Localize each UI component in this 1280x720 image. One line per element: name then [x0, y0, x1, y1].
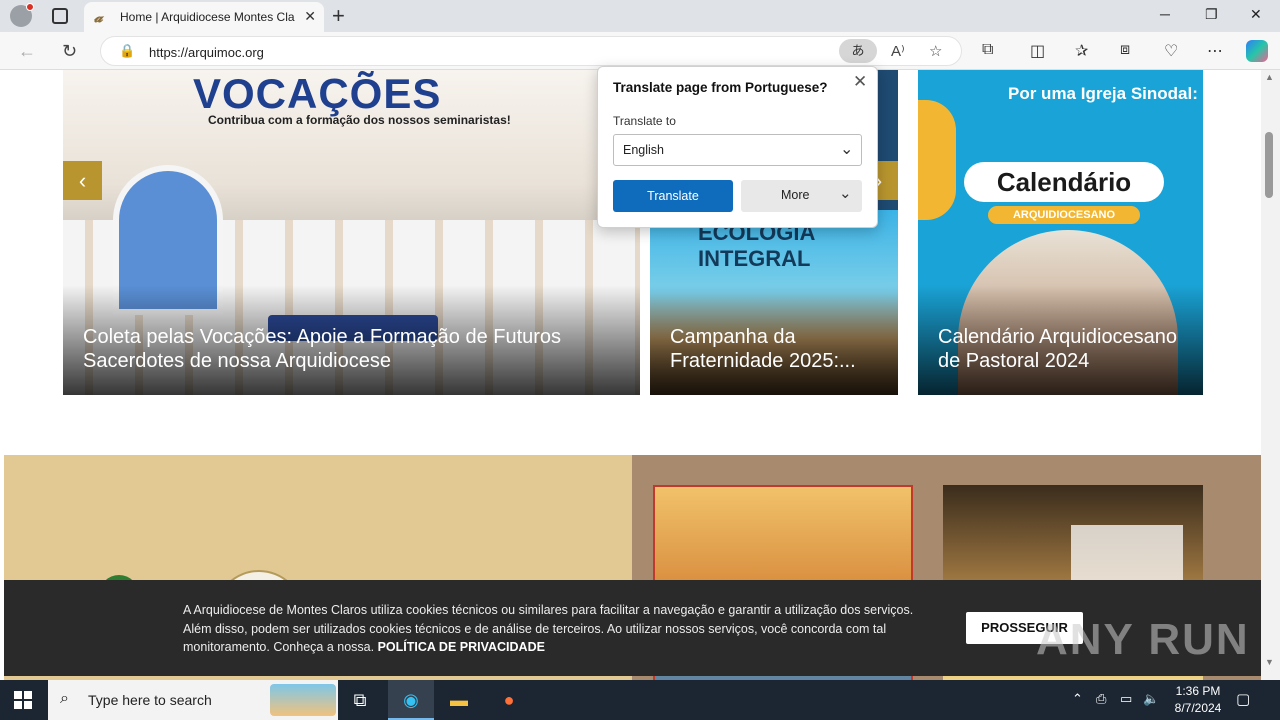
taskbar-search[interactable]: ⌕ Type here to search	[48, 680, 338, 720]
volume-icon[interactable]: 🔈	[1143, 691, 1159, 707]
search-icon: ⌕	[60, 690, 69, 707]
tab-actions-icon[interactable]	[52, 8, 68, 24]
quote-box	[1071, 525, 1183, 585]
refresh-icon[interactable]: ↻	[62, 41, 77, 62]
address-bar[interactable]: 🔒 https://arquimoc.org あ A⁾ ☆	[100, 36, 962, 66]
language-value: English	[623, 143, 664, 157]
card-top-text: Por uma Igreja Sinodal:	[1008, 84, 1198, 103]
address-toolbar: ← ↻ 🔒 https://arquimoc.org あ A⁾ ☆ ⧉ ◫ ✰ …	[0, 32, 1280, 70]
more-menu-icon[interactable]: ⋯	[1207, 41, 1223, 61]
close-window-icon[interactable]: ✕	[1250, 6, 1262, 23]
url-text[interactable]: https://arquimoc.org	[149, 45, 264, 60]
privacy-policy-link[interactable]: POLÍTICA DE PRIVACIDADE	[378, 640, 545, 654]
translate-button[interactable]: Translate	[613, 180, 733, 212]
favorite-star-icon[interactable]: ☆	[929, 42, 942, 60]
chevron-down-icon: ⌄	[840, 141, 854, 158]
carousel-card-campanha[interactable]: ECOLOGIA INTEGRAL Campanha da Fraternida…	[650, 210, 898, 395]
anyrun-watermark: ANY RUN	[1036, 615, 1250, 664]
split-screen-icon[interactable]: ◫	[1030, 41, 1045, 61]
search-input[interactable]: Type here to search	[88, 692, 212, 708]
windows-taskbar: ⌕ Type here to search ⧉ ◉ ▬ ● ⌃ ⎙ ▭ 🔈 1:…	[0, 680, 1280, 720]
card-subline: ARQUIDIOCESANO	[988, 206, 1140, 224]
new-tab-icon[interactable]: +	[332, 3, 345, 29]
card-title[interactable]: Calendário Arquidiocesano de Pastoral 20…	[938, 325, 1191, 373]
tab-title: Home | Arquidiocese Montes Cla	[120, 10, 295, 24]
taskbar-clock[interactable]: 1:36 PM 8/7/2024	[1168, 683, 1228, 717]
browser-tab[interactable]: 𝓪 Home | Arquidiocese Montes Cla ✕	[84, 2, 324, 32]
edge-taskbar-icon[interactable]: ◉	[388, 680, 434, 720]
close-icon[interactable]: ✕	[853, 72, 867, 92]
scroll-down-icon[interactable]: ▼	[1265, 657, 1274, 667]
clock-date: 8/7/2024	[1174, 701, 1222, 715]
popup-title: Translate page from Portuguese?	[613, 80, 828, 95]
chevron-down-icon: ⌄	[839, 185, 852, 202]
card-subline: Contribua com a formação dos nossos semi…	[208, 113, 511, 127]
more-button[interactable]: More ⌄	[741, 180, 862, 212]
notification-dot	[26, 3, 34, 11]
translate-icon[interactable]: あ	[839, 39, 877, 63]
card-title[interactable]: Campanha da Fraternidade 2025:...	[670, 325, 886, 373]
card-title[interactable]: Coleta pelas Vocações: Apoie a Formação …	[83, 325, 628, 373]
back-icon[interactable]: ←	[18, 41, 36, 62]
translate-to-label: Translate to	[613, 114, 676, 128]
copilot-icon[interactable]	[1246, 40, 1268, 62]
minimize-icon[interactable]: ─	[1160, 6, 1170, 22]
extensions-icon[interactable]: ⧉	[982, 41, 993, 59]
collections-icon[interactable]: ⧈	[1120, 41, 1130, 59]
windows-start-icon[interactable]	[14, 691, 32, 709]
network-icon[interactable]: ⎙	[1096, 691, 1106, 707]
translate-popup: Translate page from Portuguese? ✕ Transl…	[597, 66, 878, 228]
favorites-icon[interactable]: ✰	[1075, 41, 1088, 61]
card-headline: VOCAÇÕES	[193, 70, 442, 117]
read-aloud-icon[interactable]: A⁾	[891, 42, 905, 60]
site-favicon-icon: 𝓪	[94, 9, 103, 26]
decorative-shape	[918, 100, 956, 220]
tray-overflow-icon[interactable]: ⌃	[1072, 691, 1083, 707]
lock-icon[interactable]: 🔒	[119, 43, 135, 59]
monitor-icon[interactable]: ▭	[1120, 691, 1132, 707]
browser-titlebar: 𝓪 Home | Arquidiocese Montes Cla ✕ + ─ ❐…	[0, 0, 1280, 32]
search-highlight-image	[270, 684, 336, 716]
firefox-icon[interactable]: ●	[486, 680, 532, 720]
more-label: More	[781, 188, 810, 202]
browser-essentials-icon[interactable]: ♡	[1164, 41, 1178, 61]
cookie-message: A Arquidiocese de Montes Claros utiliza …	[183, 603, 914, 654]
task-view-icon[interactable]: ⧉	[337, 680, 383, 720]
notification-icon[interactable]: ▢	[1236, 690, 1250, 708]
language-select[interactable]: English ⌄	[613, 134, 862, 166]
close-tab-icon[interactable]: ✕	[304, 8, 316, 25]
cookie-text: A Arquidiocese de Montes Claros utiliza …	[183, 601, 943, 657]
clock-time: 1:36 PM	[1175, 684, 1221, 698]
scrollbar-thumb[interactable]	[1265, 132, 1273, 198]
carousel-prev-icon[interactable]: ‹	[63, 161, 102, 200]
file-explorer-icon[interactable]: ▬	[436, 680, 482, 720]
card-headline: Calendário	[964, 162, 1164, 202]
profile-icon[interactable]	[10, 3, 34, 27]
carousel-card-calendario[interactable]: Por uma Igreja Sinodal: Calendário ARQUI…	[918, 70, 1203, 395]
scroll-up-icon[interactable]: ▲	[1265, 72, 1274, 82]
carousel-card-vocacoes[interactable]: VOCAÇÕES Contribua com a formação dos no…	[63, 70, 640, 395]
restore-icon[interactable]: ❐	[1205, 6, 1218, 23]
